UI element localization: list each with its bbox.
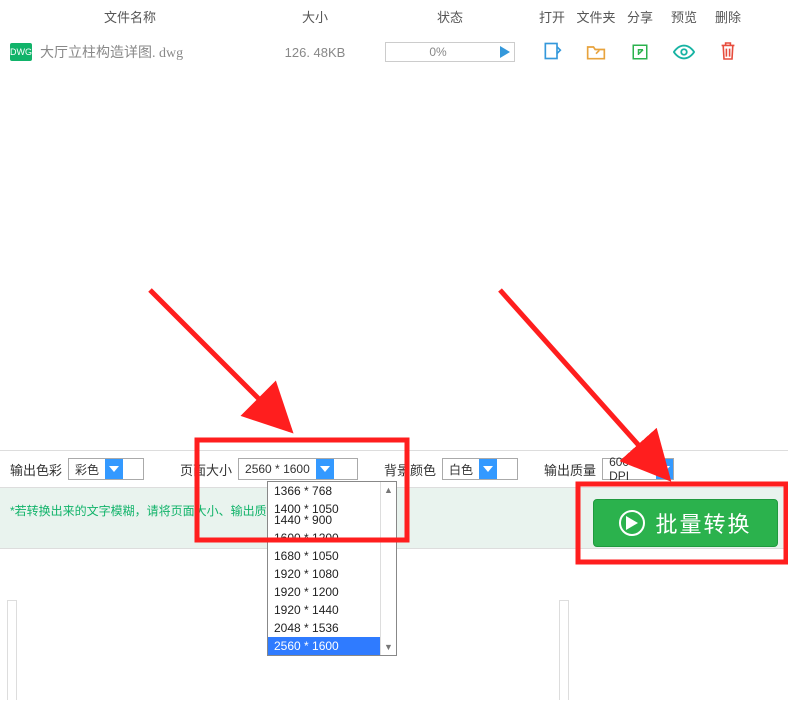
batch-convert-button[interactable]: 批量转换: [593, 499, 778, 547]
file-name: 大厅立柱构造详图. dwg: [40, 42, 183, 62]
bg-color-label: 背景颜色: [384, 460, 436, 479]
page-size-select[interactable]: 2560 * 1600: [238, 458, 358, 480]
scroll-down-icon[interactable]: ▼: [381, 639, 396, 655]
scrollbar[interactable]: ▲ ▼: [380, 482, 396, 655]
col-header-delete: 删除: [706, 7, 750, 26]
col-header-status: 状态: [370, 7, 530, 26]
file-table-header: 文件名称 大小 状态 打开 文件夹 分享 预览 删除: [0, 0, 788, 32]
batch-convert-label: 批量转换: [655, 507, 751, 539]
page-size-dropdown[interactable]: 1366 * 7681400 * 10501440 * 9001600 * 12…: [267, 481, 397, 656]
page-size-option[interactable]: 1680 * 1050: [268, 547, 380, 565]
bg-color-select[interactable]: 白色: [442, 458, 518, 480]
chevron-down-icon: [479, 459, 497, 479]
file-size: 126. 48KB: [260, 45, 370, 60]
page-size-label: 页面大小: [180, 460, 232, 479]
col-header-share: 分享: [618, 7, 662, 26]
progress-text: 0%: [386, 45, 490, 59]
panel-frame: [559, 600, 569, 700]
play-icon[interactable]: [500, 46, 510, 58]
open-file-icon[interactable]: [541, 40, 563, 62]
panel-frame: [7, 600, 17, 700]
page-size-value: 2560 * 1600: [239, 462, 316, 476]
col-header-name: 文件名称: [0, 7, 260, 26]
col-header-open: 打开: [530, 7, 574, 26]
col-header-folder: 文件夹: [574, 7, 618, 26]
table-row: DWG 大厅立柱构造详图. dwg 126. 48KB 0%: [0, 32, 788, 72]
delete-trash-icon[interactable]: [717, 40, 739, 62]
col-header-preview: 预览: [662, 7, 706, 26]
chevron-down-icon: [656, 459, 673, 479]
chevron-down-icon: [105, 459, 123, 479]
page-size-option[interactable]: 2560 * 1600: [268, 637, 380, 655]
folder-icon[interactable]: [585, 41, 607, 63]
dwg-file-icon: DWG: [10, 43, 32, 61]
page-size-option[interactable]: 2048 * 1536: [268, 619, 380, 637]
play-circle-icon: [619, 510, 645, 536]
output-quality-value: 600 DPI: [603, 455, 656, 483]
page-size-option[interactable]: 1920 * 1440: [268, 601, 380, 619]
col-header-size: 大小: [260, 7, 370, 26]
output-color-label: 输出色彩: [10, 460, 62, 479]
page-size-option[interactable]: 1600 * 1200: [268, 529, 380, 547]
output-color-value: 彩色: [69, 461, 105, 478]
page-size-option[interactable]: 1366 * 768: [268, 482, 380, 500]
page-size-option[interactable]: 1440 * 900: [268, 511, 380, 529]
output-color-select[interactable]: 彩色: [68, 458, 144, 480]
progress-bar[interactable]: 0%: [385, 42, 515, 62]
scroll-up-icon[interactable]: ▲: [381, 482, 396, 498]
output-quality-label: 输出质量: [544, 460, 596, 479]
output-quality-select[interactable]: 600 DPI: [602, 458, 674, 480]
preview-eye-icon[interactable]: [673, 41, 695, 63]
chevron-down-icon: [316, 459, 334, 479]
page-size-option[interactable]: 1920 * 1200: [268, 583, 380, 601]
page-size-option[interactable]: 1920 * 1080: [268, 565, 380, 583]
share-icon[interactable]: [629, 41, 651, 63]
bg-color-value: 白色: [443, 461, 479, 478]
